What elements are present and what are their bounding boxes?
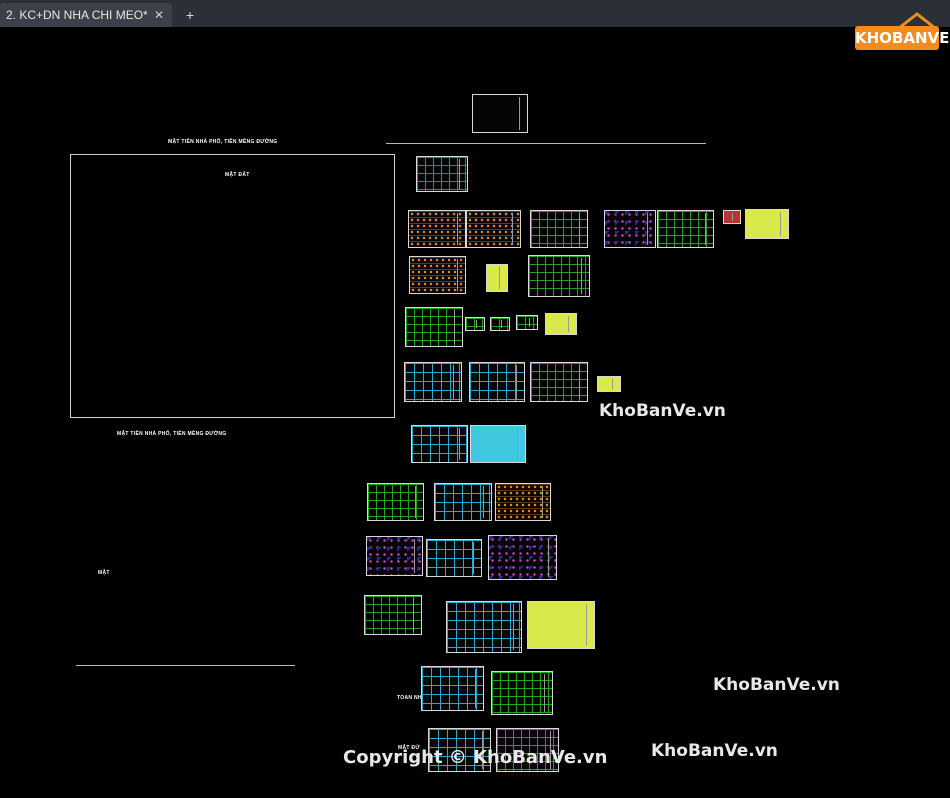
sheet-foundation-1[interactable]	[408, 210, 466, 248]
sheet-foundation-2[interactable]	[466, 210, 521, 248]
sheet-frame-2[interactable]	[657, 210, 714, 248]
sheet-foundation-3[interactable]	[409, 256, 466, 294]
left-small-label: MẶT	[98, 570, 110, 576]
sheet-final-1[interactable]	[421, 666, 484, 711]
bottom-title-label: MẶT TIỀN NHÀ PHỐ, TIÊN MỀNG ĐƯỜNG	[117, 431, 227, 437]
sheet-detail-3[interactable]	[446, 601, 522, 653]
drawing-tab-title: 2. KC+DN NHA CHI MEO*	[6, 8, 148, 22]
watermark-3: KhoBanVe.vn	[651, 741, 778, 761]
sheet-section-1[interactable]	[367, 483, 424, 521]
sheet-mini-red[interactable]	[723, 210, 741, 224]
sheet-table-3[interactable]	[545, 313, 577, 335]
separator-line	[386, 143, 706, 144]
sheet-section-2[interactable]	[434, 483, 492, 521]
sheet-frame-1[interactable]	[530, 210, 588, 248]
drawing-canvas[interactable]: MẶT TIỀN NHÀ PHỐ, TIÊN MỀNG ĐƯỜNG MẶT ĐẤ…	[0, 27, 950, 798]
sheet-elev-1[interactable]	[366, 536, 423, 576]
sheet-elev-3[interactable]	[488, 535, 557, 580]
drawing-tab[interactable]: 2. KC+DN NHA CHI MEO* ✕	[0, 3, 172, 27]
sheet-section-3[interactable]	[495, 483, 551, 521]
khobanve-logo: KHOBANVE	[855, 12, 949, 52]
sheet-plan-1[interactable]	[404, 362, 462, 402]
sheet-arch-2[interactable]	[470, 425, 526, 463]
title-sheet[interactable]	[472, 94, 528, 133]
watermark-2: KhoBanVe.vn	[713, 675, 840, 695]
drawing-frame	[70, 154, 395, 418]
sheet-arch-1[interactable]	[411, 425, 468, 463]
sheet-final-2[interactable]	[491, 671, 553, 715]
sheet-detail-1[interactable]	[604, 210, 656, 248]
frame-caption: MẶT ĐẤT	[225, 172, 250, 178]
sheet-site[interactable]	[416, 156, 468, 192]
ground-line	[76, 665, 295, 666]
tab-bar: 2. KC+DN NHA CHI MEO* ✕ +	[0, 0, 950, 27]
sheet-elev-2[interactable]	[426, 539, 482, 577]
add-tab-button[interactable]: +	[180, 6, 200, 24]
sheet-table-4[interactable]	[597, 376, 621, 392]
sheet-floor-1[interactable]	[405, 307, 463, 347]
logo-text: KHOBANVE	[855, 26, 949, 50]
sheet-detail-4[interactable]	[527, 601, 595, 649]
sheet-table-1[interactable]	[745, 209, 789, 239]
sheet-plan-2[interactable]	[469, 362, 525, 402]
close-icon[interactable]: ✕	[154, 3, 164, 27]
sheet-table-2[interactable]	[486, 264, 508, 292]
sheet-plan-3[interactable]	[530, 362, 588, 402]
sheet-mini-3[interactable]	[516, 315, 538, 330]
watermark-1: KhoBanVe.vn	[599, 401, 726, 421]
copyright-watermark: Copyright © KhoBanVe.vn	[343, 747, 608, 768]
sheet-mini-1[interactable]	[465, 317, 485, 331]
top-title-label: MẶT TIỀN NHÀ PHỐ, TIÊN MỀNG ĐƯỜNG	[168, 139, 278, 145]
sheet-mini-2[interactable]	[490, 317, 510, 331]
sheet-frame-3[interactable]	[528, 255, 590, 297]
sheet-detail-2[interactable]	[364, 595, 422, 635]
